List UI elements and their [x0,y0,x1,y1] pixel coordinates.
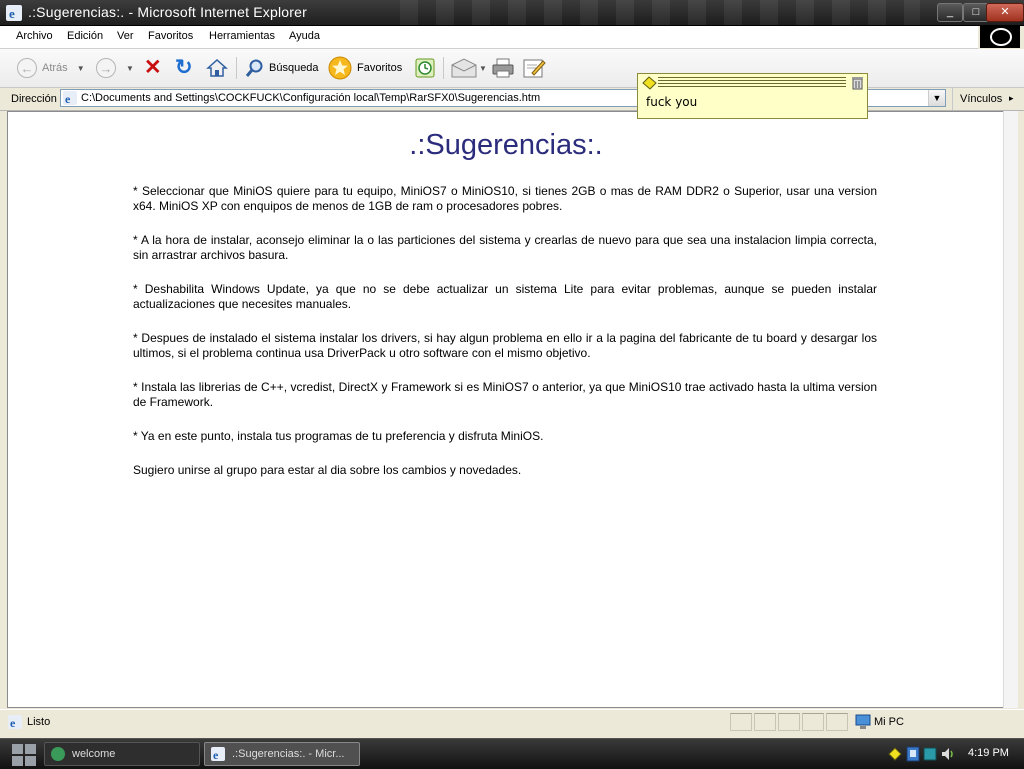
task-label: welcome [72,748,116,760]
status-cell [826,713,848,731]
links-button[interactable]: Vínculos ▸ [952,88,1024,110]
svg-text:e: e [213,748,219,761]
search-icon [245,59,263,77]
display-tray-icon[interactable] [923,746,937,762]
address-dropdown-icon[interactable]: ▼ [928,90,945,106]
back-label: Atrás [42,62,68,74]
status-cell [730,713,752,731]
history-button[interactable] [414,56,436,80]
page-status-icon: e [8,715,22,729]
edit-icon [523,59,546,78]
tip-paragraph: * Ya en este punto, instala tus programa… [133,429,544,443]
task-label: .:Sugerencias:. - Micr... [232,748,345,760]
print-icon [492,58,514,78]
status-text: Listo [27,716,51,728]
address-label: Dirección [11,93,57,105]
mail-icon [451,58,477,78]
menu-bar: Archivo Edición Ver Favoritos Herramient… [0,26,978,49]
search-button[interactable]: Búsqueda [245,56,319,80]
menu-herramientas[interactable]: Herramientas [209,30,275,42]
page-heading: .:Sugerencias:. [409,129,603,161]
window-title: .:Sugerencias:. - Microsoft Internet Exp… [28,4,307,20]
refresh-icon: ↻ [175,56,193,79]
history-icon [415,58,435,78]
back-arrow-icon: ← [17,58,37,78]
close-button[interactable]: ✕ [986,3,1024,22]
ie-task-icon: e [211,747,225,761]
my-computer-icon [855,714,871,729]
status-cell [754,713,776,731]
search-label: Búsqueda [269,62,319,74]
menu-ayuda[interactable]: Ayuda [289,30,320,42]
address-bar: Dirección e C:\Documents and Settings\CO… [0,88,1024,111]
menu-edicion[interactable]: Edición [67,30,103,42]
sticky-note[interactable]: fuck you [637,73,868,119]
forward-button[interactable]: → ▼ [96,56,134,80]
menu-archivo[interactable]: Archivo [16,30,53,42]
back-button[interactable]: ← Atrás ▼ [17,56,85,80]
toolbar-separator [443,57,444,79]
status-cell [802,713,824,731]
mail-dropdown-icon[interactable]: ▼ [479,64,487,73]
favorites-star-icon [328,56,352,80]
tip-paragraph: * Despues de instalado el sistema instal… [133,331,877,360]
taskbar-task-ie[interactable]: e .:Sugerencias:. - Micr... [204,742,360,766]
status-bar: e Listo Mi PC [0,709,1024,735]
favorites-button[interactable]: Favoritos [328,56,402,80]
note-pin-icon[interactable] [641,76,657,90]
ie-window: e .:Sugerencias:. - Microsoft Internet E… [0,0,1024,738]
closing-paragraph: Sugiero unirse al grupo para estar al di… [133,463,522,477]
ie-icon: e [6,5,22,21]
tip-paragraph: * Instala las librerias de C++, vcredist… [133,380,877,409]
trash-icon[interactable] [851,76,864,90]
network-tray-icon[interactable] [906,746,920,762]
start-button[interactable] [10,742,38,766]
svg-text:e: e [65,92,71,105]
home-button[interactable] [206,56,228,80]
sticky-notes-tray-icon[interactable] [888,747,902,761]
edit-button[interactable] [522,56,546,80]
print-button[interactable] [491,56,515,80]
note-text[interactable]: fuck you [646,95,697,109]
vertical-scrollbar[interactable] [1003,111,1018,708]
note-drag-handle[interactable] [658,77,846,88]
address-url: C:\Documents and Settings\COCKFUCK\Confi… [81,92,541,104]
stop-icon: ✕ [144,56,162,79]
status-cell [778,713,800,731]
svg-text:e: e [9,6,15,21]
forward-dropdown-icon[interactable]: ▼ [126,64,134,73]
links-chevron-icon: ▸ [1009,93,1014,103]
page-content: .:Sugerencias:. * Seleccionar que MiniOS… [7,111,1011,708]
svg-text:e: e [10,716,16,729]
taskbar-task-welcome[interactable]: welcome [44,742,200,766]
windows-logo-icon [980,26,1020,48]
refresh-button[interactable]: ↻ [175,56,193,80]
mail-button[interactable]: ▼ [451,56,487,80]
back-dropdown-icon[interactable]: ▼ [77,64,85,73]
title-decoration [400,0,920,25]
menu-ver[interactable]: Ver [117,30,134,42]
zone-label: Mi PC [874,716,904,728]
tip-paragraph: * A la hora de instalar, aconsejo elimin… [133,233,877,262]
page-icon: e [63,91,77,105]
tip-paragraph: * Seleccionar que MiniOS quiere para tu … [133,184,877,213]
taskbar-clock[interactable]: 4:19 PM [968,747,1009,759]
welcome-app-icon [51,747,65,761]
menu-favoritos[interactable]: Favoritos [148,30,193,42]
volume-tray-icon[interactable] [940,746,954,762]
toolbar: ← Atrás ▼ → ▼ ✕ ↻ Búsqueda Favoritos ▼ [0,49,1024,88]
favorites-label: Favoritos [357,62,403,74]
tip-paragraph: * Deshabilita Windows Update, ya que no … [133,282,877,311]
taskbar: welcome e .:Sugerencias:. - Micr... 4:19… [0,738,1024,769]
toolbar-separator [236,57,237,79]
stop-button[interactable]: ✕ [144,56,162,80]
links-label: Vínculos [960,93,1003,105]
minimize-button[interactable]: _ [937,3,963,22]
forward-arrow-icon: → [96,58,116,78]
title-bar[interactable]: e .:Sugerencias:. - Microsoft Internet E… [0,0,1024,26]
home-icon [206,58,228,77]
